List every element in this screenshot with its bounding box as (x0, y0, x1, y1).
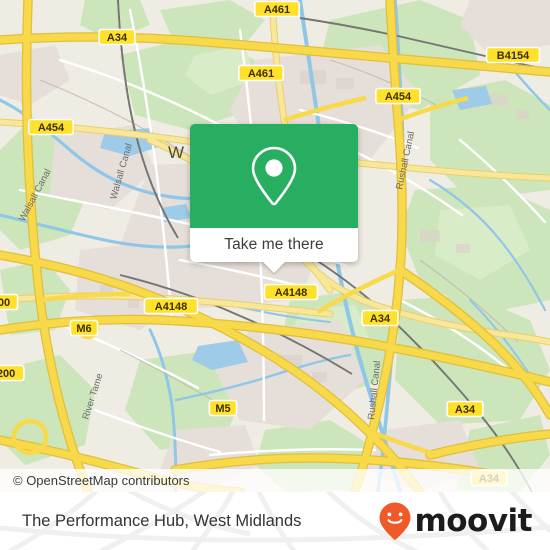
road-shield: A4148 (263, 283, 319, 301)
card-icon-panel (190, 124, 358, 228)
openstreetmap-attribution[interactable]: © OpenStreetMap contributors (0, 473, 190, 488)
svg-text:B4154: B4154 (497, 50, 530, 62)
road-shield: A454 (27, 118, 75, 136)
card-pointer-tail (263, 262, 285, 273)
road-shield: 200 (0, 364, 25, 382)
road-shield: A454 (374, 87, 421, 105)
destination-card[interactable]: Take me there (190, 124, 358, 273)
road-shield: A34 (446, 400, 484, 418)
svg-text:W: W (168, 143, 184, 162)
take-me-there-label: Take me there (224, 236, 324, 253)
footer-bar: The Performance Hub, West Midlands moovi… (0, 492, 550, 550)
svg-text:00: 00 (0, 297, 10, 309)
road-shield: A34 (361, 309, 399, 327)
road-shield: 00 (0, 293, 19, 311)
svg-text:A34: A34 (370, 313, 391, 325)
moovit-brand[interactable]: moovit (378, 501, 550, 541)
road-shield: A4148 (143, 297, 199, 315)
moovit-wordmark: moovit (414, 502, 532, 539)
road-shield: B4154 (485, 46, 541, 64)
map-attribution-bar: © OpenStreetMap contributors (0, 469, 550, 492)
card-action-panel[interactable]: Take me there (190, 228, 358, 273)
moovit-smiley-pin-icon (379, 502, 411, 540)
road-shield: A461 (254, 0, 301, 18)
svg-text:A34: A34 (107, 32, 128, 44)
svg-text:A34: A34 (455, 404, 476, 416)
svg-text:M6: M6 (76, 323, 91, 335)
svg-text:A454: A454 (385, 91, 412, 103)
svg-text:A4148: A4148 (275, 287, 307, 299)
map-screenshot: Walsall Canal Walsall Canal River Tame R… (0, 0, 550, 550)
svg-text:A461: A461 (248, 68, 274, 80)
svg-text:A454: A454 (38, 122, 65, 134)
map-place-label: W (168, 143, 184, 162)
svg-text:M5: M5 (215, 403, 230, 415)
svg-text:A4148: A4148 (155, 301, 187, 313)
road-shield: A34 (98, 28, 136, 46)
map-viewport[interactable]: Walsall Canal Walsall Canal River Tame R… (0, 0, 550, 492)
road-shield: M5 (208, 399, 238, 417)
road-shield: A461 (238, 64, 285, 82)
location-title: The Performance Hub, West Midlands (22, 511, 302, 530)
svg-text:200: 200 (0, 368, 15, 380)
road-shield: M6 (69, 319, 99, 337)
map-pin-icon (251, 146, 297, 206)
svg-text:A461: A461 (264, 4, 290, 16)
